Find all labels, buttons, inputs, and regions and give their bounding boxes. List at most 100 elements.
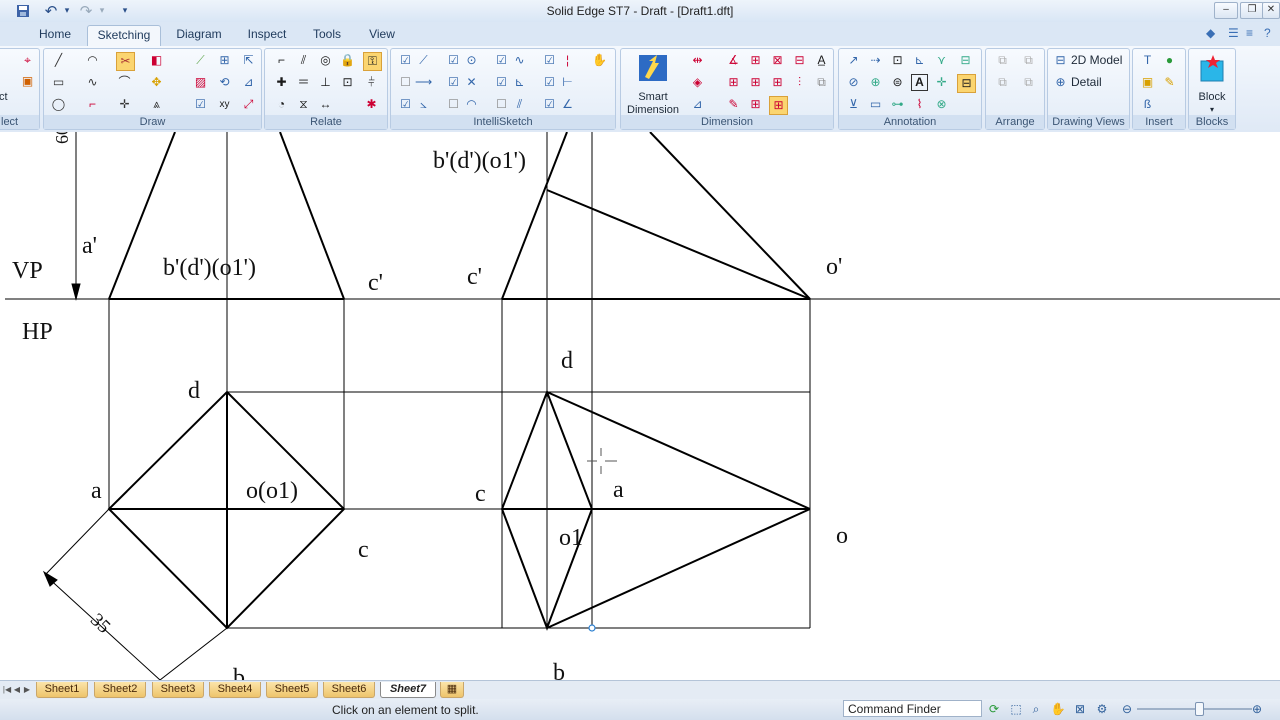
angle-annotation-icon[interactable]: ⊻	[845, 96, 862, 113]
hyperlink-icon[interactable]: ●	[1161, 52, 1178, 69]
intersection-checkbox-icon[interactable]: ☑	[445, 74, 462, 91]
intellisketch-options-icon[interactable]: ✋	[591, 52, 608, 69]
line-icon[interactable]: ╱	[50, 52, 67, 69]
tab-view[interactable]: View	[360, 25, 404, 45]
new-sheet-icon[interactable]: ▦	[440, 682, 464, 698]
dimension-60-label[interactable]: 60	[49, 132, 75, 144]
dimension-highlight-icon[interactable]: ⊞	[769, 96, 788, 115]
symmetric-relate-icon[interactable]: ⫩	[363, 74, 380, 91]
feature-control-icon[interactable]: ⊘	[845, 74, 862, 91]
first-sheet-icon[interactable]: |◀	[2, 683, 12, 696]
sheet-tab-4[interactable]: Sheet4	[209, 682, 261, 698]
point-icon[interactable]: ✛	[116, 96, 133, 113]
options-icon[interactable]: ≡	[1246, 26, 1253, 40]
move-icon[interactable]: ⇱	[240, 52, 257, 69]
sheet-tab-3[interactable]: Sheet3	[152, 682, 204, 698]
tangent-icon[interactable]: ◔	[273, 96, 290, 113]
2d-model-icon[interactable]: ⊟	[1052, 52, 1069, 69]
send-to-back-icon[interactable]: ⧉	[1020, 74, 1037, 91]
dimension-axis-icon[interactable]: ⫶	[791, 74, 808, 91]
sheet-tab-6[interactable]: Sheet6	[323, 682, 375, 698]
lock-icon[interactable]: 🔒	[339, 52, 356, 69]
center-mark-icon[interactable]: ✛	[933, 74, 950, 91]
object-icon[interactable]: ✎	[1161, 74, 1178, 91]
zoom-in-icon[interactable]: ⊕	[1249, 701, 1265, 717]
callout-icon[interactable]: ⊡	[889, 52, 906, 69]
offset-icon[interactable]: ◧	[148, 52, 165, 69]
tab-diagram[interactable]: Diagram	[170, 25, 228, 45]
stretch-icon[interactable]: ⤢	[240, 96, 257, 113]
silhouette-checkbox-icon[interactable]: ☐	[445, 96, 462, 113]
drawing-geometry[interactable]	[0, 132, 1280, 680]
sheet-tab-1[interactable]: Sheet1	[36, 682, 88, 698]
relationship-colors-icon[interactable]: ✱	[363, 96, 380, 113]
zoom-icon[interactable]: ⌕	[1028, 701, 1044, 717]
mirror-icon[interactable]: ⊞	[216, 52, 233, 69]
connect-icon[interactable]: ⌐	[273, 52, 290, 69]
point-on-checkbox-icon[interactable]: ☑	[397, 96, 414, 113]
centerline-icon[interactable]: ⊶	[889, 96, 906, 113]
distance-between-icon[interactable]: ⇹	[689, 52, 706, 69]
vertical-checkbox-icon[interactable]: ☑	[541, 52, 558, 69]
2d-model-label[interactable]: 2D Model	[1071, 52, 1122, 69]
maintain-relationships-icon[interactable]: ⚿	[363, 52, 382, 71]
view-options-icon[interactable]: ⚙	[1094, 701, 1110, 717]
zoom-slider-thumb[interactable]	[1195, 702, 1204, 716]
chamfer-dimension-icon[interactable]: ◈	[689, 74, 706, 91]
restore-button[interactable]: ❐	[1240, 2, 1264, 19]
angle-checkbox-icon[interactable]: ☑	[541, 96, 558, 113]
table-icon[interactable]: ▭	[867, 96, 884, 113]
angular-coordinate-icon[interactable]: ⊠	[769, 52, 786, 69]
next-sheet-icon[interactable]: ▶	[22, 683, 32, 696]
symmetric-icon[interactable]: ⩓	[148, 96, 165, 113]
send-backward-icon[interactable]: ⧉	[1020, 52, 1037, 69]
minimize-button[interactable]: –	[1214, 2, 1238, 19]
center-checkbox-icon[interactable]: ☑	[445, 52, 462, 69]
tangent-checkbox-icon[interactable]: ☑	[493, 52, 510, 69]
balloon-icon[interactable]: ⇢	[867, 52, 884, 69]
prev-sheet-icon[interactable]: ◀	[12, 683, 22, 696]
concentric-icon[interactable]: ◎	[317, 52, 334, 69]
rigid-set-icon[interactable]: ⊡	[339, 74, 356, 91]
fit-icon[interactable]: ⊠	[1072, 701, 1088, 717]
pan-icon[interactable]: ✋	[1050, 701, 1066, 717]
parallel-checkbox-icon[interactable]: ☐	[493, 96, 510, 113]
sheet-tab-5[interactable]: Sheet5	[266, 682, 318, 698]
rotate-icon[interactable]: ⟲	[216, 74, 233, 91]
sheet-tab-2[interactable]: Sheet2	[94, 682, 146, 698]
arc-icon[interactable]: ◠	[84, 52, 101, 69]
angle-icon[interactable]: ∠	[559, 96, 576, 113]
rectangle-icon[interactable]: ▭	[50, 74, 67, 91]
bolt-hole-circle-icon[interactable]: ⊟	[957, 74, 976, 93]
dimension-group-icon[interactable]: ⊞	[747, 96, 764, 113]
chamfer-icon[interactable]: ⌐	[84, 96, 101, 113]
symmetric-diameter-icon[interactable]: ⊟	[791, 52, 808, 69]
silhouette-icon[interactable]: ◠	[463, 96, 480, 113]
refresh-icon[interactable]: ⟳	[986, 701, 1002, 717]
smart-dimension-label-1[interactable]: Smart	[623, 91, 683, 104]
relationship-handles-icon[interactable]: ↔	[317, 96, 334, 113]
insert-text-icon[interactable]: T	[1139, 52, 1156, 69]
equal-icon[interactable]: ＝	[295, 74, 312, 91]
horizontal-snap-icon[interactable]: ⊢	[559, 74, 576, 91]
pattern-icon[interactable]: ✥	[148, 74, 165, 91]
midpoint-icon[interactable]: ⟶	[415, 74, 432, 91]
close-button[interactable]: ✕	[1262, 2, 1280, 19]
properties-icon[interactable]: ☑	[192, 96, 209, 113]
intersection-icon[interactable]: ✕	[463, 74, 480, 91]
curve-icon[interactable]: ∿	[84, 74, 101, 91]
text-icon[interactable]: A	[911, 74, 928, 91]
bring-to-front-icon[interactable]: ⧉	[994, 74, 1011, 91]
perpendicular-icon[interactable]: ⊥	[317, 74, 334, 91]
smart-dimension-icon[interactable]	[635, 53, 671, 83]
select-tool-icon[interactable]: ⌖	[19, 52, 36, 69]
coordinate-dimension-icon[interactable]: ⊞	[747, 52, 764, 69]
perp-snap-icon[interactable]: ⊾	[511, 74, 528, 91]
surface-texture-icon[interactable]: ⊾	[911, 52, 928, 69]
angle-dimension-icon[interactable]: ⊿	[689, 96, 706, 113]
select-filter-icon[interactable]: ▣	[19, 73, 36, 90]
weld-symbol-icon[interactable]: ⋎	[933, 52, 950, 69]
endpoint-checkbox-icon[interactable]: ☑	[397, 52, 414, 69]
chamfer-annotation-icon[interactable]: ⊗	[933, 96, 950, 113]
vertical-icon[interactable]: ¦	[559, 52, 576, 69]
